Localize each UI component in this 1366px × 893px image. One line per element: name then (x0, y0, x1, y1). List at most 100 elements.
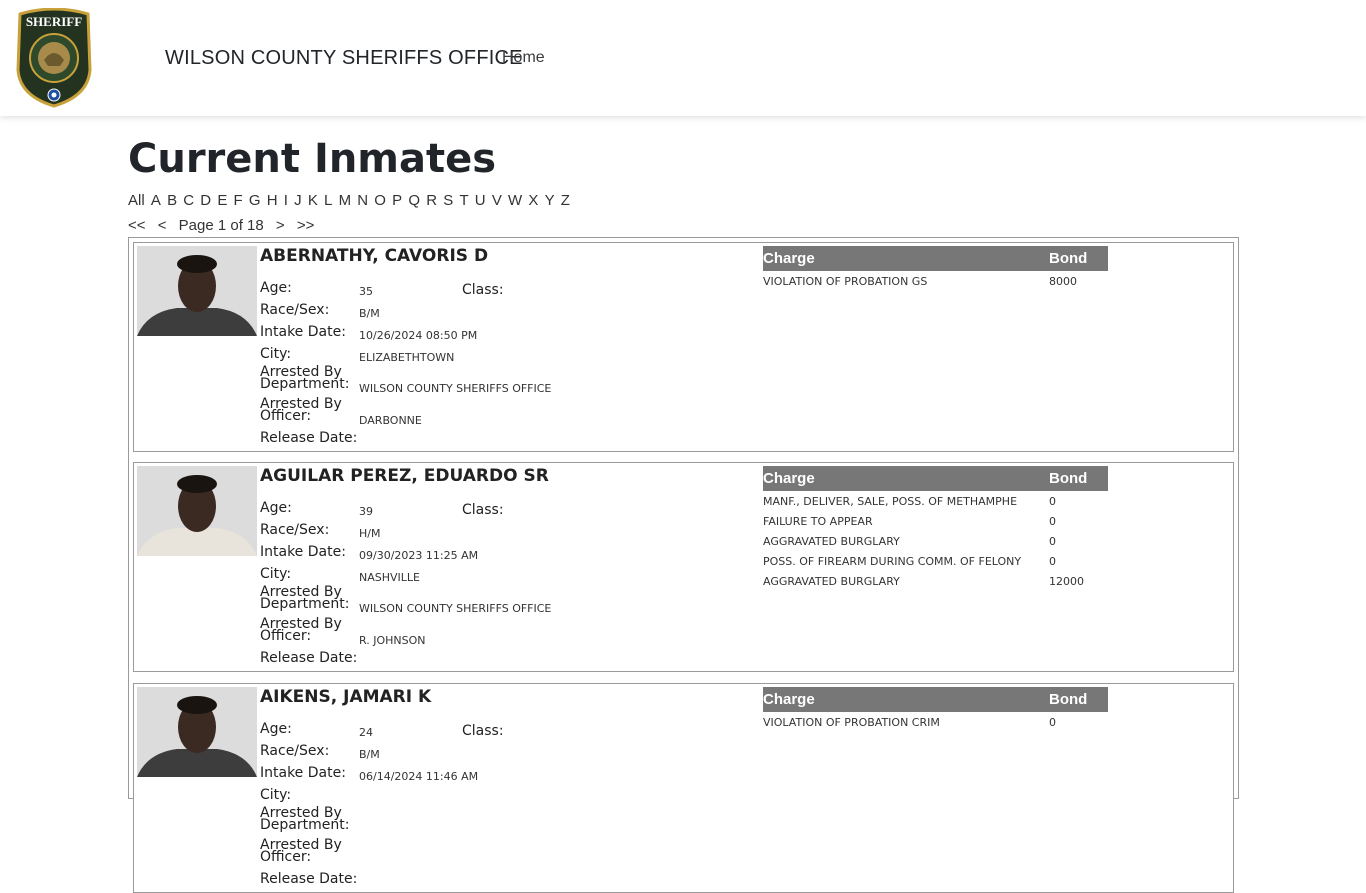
label-age: Age: (260, 721, 292, 737)
alpha-link-a[interactable]: A (151, 192, 161, 209)
charges-header: Charge Bond (763, 466, 1108, 491)
alpha-link-l[interactable]: L (324, 192, 332, 209)
inmate-card: AIKENS, JAMARI K Age: 24 Race/Sex: B/M Intake… (133, 683, 1234, 893)
pager-first-link[interactable]: << (128, 217, 146, 234)
charge-description: FAILURE TO APPEAR (763, 515, 873, 528)
value-race-sex: B/M (359, 307, 380, 320)
pager-text: Page 1 of 18 (178, 217, 264, 234)
alpha-link-r[interactable]: R (426, 192, 437, 209)
label-age: Age: (260, 500, 292, 516)
label-arrested-by-officer-2: Officer: (260, 628, 312, 644)
label-release-date: Release Date: (260, 871, 358, 887)
alpha-link-w[interactable]: W (508, 192, 522, 209)
pager: << < Page 1 of 18 > >> (128, 217, 322, 234)
inmate-list: ABERNATHY, CAVORIS D Age: 35 Race/Sex: B/M In… (128, 237, 1239, 893)
inmate-name[interactable]: AIKENS, JAMARI K (260, 687, 431, 707)
charge-column-header: Charge (763, 691, 815, 708)
charges-table: Charge Bond MANF., DELIVER, SALE, POSS. OF… (763, 466, 1108, 591)
alpha-link-m[interactable]: M (339, 192, 352, 209)
charge-row: AGGRAVATED BURGLARY 0 (763, 531, 1108, 551)
sheriff-badge-logo[interactable]: SHERIFF (16, 7, 92, 108)
value-officer: DARBONNE (359, 414, 422, 427)
label-arrested-by-department-1: Arrested By (260, 805, 342, 821)
label-city: City: (260, 566, 292, 582)
charge-description: AGGRAVATED BURGLARY (763, 575, 900, 588)
value-race-sex: B/M (359, 748, 380, 761)
charge-row: VIOLATION OF PROBATION CRIM 0 (763, 712, 1108, 732)
alpha-link-g[interactable]: G (249, 192, 261, 209)
alpha-link-j[interactable]: J (294, 192, 302, 209)
bond-column-header: Bond (1049, 691, 1088, 708)
inmate-photo (137, 466, 257, 556)
label-release-date: Release Date: (260, 430, 358, 446)
page-title: Current Inmates (128, 136, 497, 182)
charge-description: MANF., DELIVER, SALE, POSS. OF METHAMPHE (763, 495, 1018, 508)
alpha-link-c[interactable]: C (183, 192, 194, 209)
alpha-link-n[interactable]: N (357, 192, 368, 209)
value-intake-date: 06/14/2024 11:46 AM (359, 770, 479, 783)
label-intake-date: Intake Date: (260, 765, 346, 781)
alpha-link-all[interactable]: All (128, 192, 145, 209)
value-intake-date: 09/30/2023 11:25 AM (359, 549, 479, 562)
alpha-link-v[interactable]: V (492, 192, 502, 209)
label-race-sex: Race/Sex: (260, 522, 330, 538)
label-arrested-by-officer-2: Officer: (260, 408, 312, 424)
bond-amount: 12000 (1049, 575, 1084, 588)
label-race-sex: Race/Sex: (260, 302, 330, 318)
label-race-sex: Race/Sex: (260, 743, 330, 759)
label-arrested-by-department-2: Department: (260, 596, 350, 612)
value-age: 39 (359, 505, 373, 518)
alpha-link-t[interactable]: T (459, 192, 468, 209)
alpha-link-k[interactable]: K (308, 192, 318, 209)
charge-row: POSS. OF FIREARM DURING COMM. OF FELONY 0 (763, 551, 1108, 571)
alpha-link-h[interactable]: H (267, 192, 278, 209)
charge-row: AGGRAVATED BURGLARY 12000 (763, 571, 1108, 591)
label-class: Class: (462, 723, 504, 739)
bond-column-header: Bond (1049, 250, 1088, 267)
alpha-link-x[interactable]: X (528, 192, 538, 209)
bond-amount: 8000 (1049, 275, 1077, 288)
alpha-link-b[interactable]: B (167, 192, 177, 209)
value-race-sex: H/M (359, 527, 381, 540)
charges-header: Charge Bond (763, 687, 1108, 712)
charges-table: Charge Bond VIOLATION OF PROBATION GS 8000 (763, 246, 1108, 291)
value-city: NASHVILLE (359, 571, 420, 584)
bond-amount: 0 (1049, 495, 1056, 508)
inmate-name[interactable]: AGUILAR PEREZ, EDUARDO SR (260, 466, 549, 486)
pager-next-link[interactable]: > (276, 217, 285, 234)
pager-last-link[interactable]: >> (297, 217, 315, 234)
charge-description: AGGRAVATED BURGLARY (763, 535, 900, 548)
charge-column-header: Charge (763, 250, 815, 267)
alpha-link-f[interactable]: F (234, 192, 243, 209)
value-department: WILSON COUNTY SHERIFFS OFFICE (359, 602, 552, 615)
pager-prev-link[interactable]: < (158, 217, 167, 234)
alpha-link-i[interactable]: I (284, 192, 288, 209)
charges-header: Charge Bond (763, 246, 1108, 271)
alpha-link-z[interactable]: Z (561, 192, 570, 209)
nav-home-link[interactable]: Home (502, 49, 545, 67)
navbar: SHERIFF WILSON COUNTY SHERIFFS OFFICE Ho… (0, 0, 1366, 116)
alpha-link-y[interactable]: Y (545, 192, 555, 209)
label-class: Class: (462, 282, 504, 298)
inmate-name[interactable]: ABERNATHY, CAVORIS D (260, 246, 488, 266)
alpha-link-u[interactable]: U (475, 192, 486, 209)
brand-title[interactable]: WILSON COUNTY SHERIFFS OFFICE (165, 47, 523, 70)
alpha-link-d[interactable]: D (200, 192, 211, 209)
logo-text: SHERIFF (26, 14, 82, 29)
bond-amount: 0 (1049, 716, 1056, 729)
value-age: 24 (359, 726, 373, 739)
alpha-link-o[interactable]: O (374, 192, 386, 209)
label-class: Class: (462, 502, 504, 518)
label-city: City: (260, 787, 292, 803)
label-intake-date: Intake Date: (260, 544, 346, 560)
alpha-link-e[interactable]: E (217, 192, 227, 209)
label-arrested-by-officer-2: Officer: (260, 849, 312, 865)
value-city: ELIZABETHTOWN (359, 351, 455, 364)
inmate-photo (137, 246, 257, 336)
alpha-link-s[interactable]: S (443, 192, 453, 209)
alpha-link-q[interactable]: Q (408, 192, 420, 209)
label-intake-date: Intake Date: (260, 324, 346, 340)
alpha-link-p[interactable]: P (392, 192, 402, 209)
value-department: WILSON COUNTY SHERIFFS OFFICE (359, 382, 552, 395)
value-intake-date: 10/26/2024 08:50 PM (359, 329, 478, 342)
